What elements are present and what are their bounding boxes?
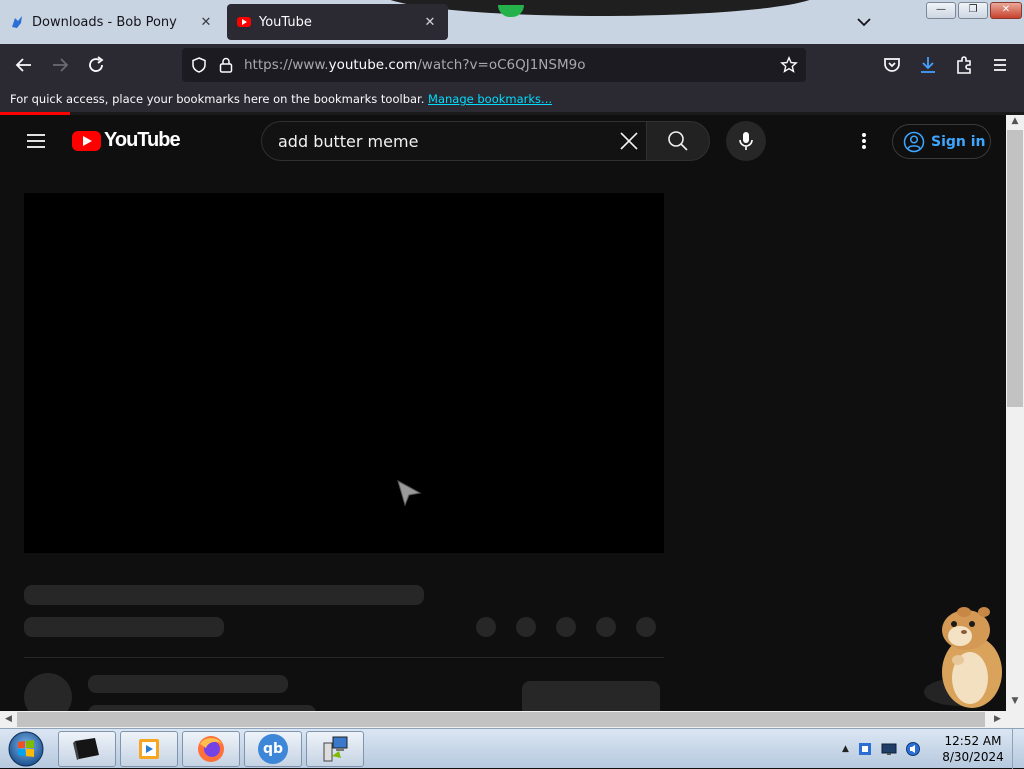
title-placeholder — [24, 585, 424, 605]
forward-arrow-icon[interactable] — [48, 53, 72, 77]
volume-speaker-icon[interactable] — [905, 741, 921, 757]
taskbar-media-player[interactable] — [120, 731, 178, 767]
video-player[interactable] — [24, 193, 664, 553]
tab-title: YouTube — [259, 14, 312, 30]
address-bar[interactable]: https://www.youtube.com/watch?v=oC6QJ1NS… — [182, 48, 806, 82]
restore-button[interactable]: ❐ — [958, 2, 988, 19]
tab-close-icon[interactable]: ✕ — [422, 15, 438, 30]
sign-in-label: Sign in — [931, 133, 986, 150]
theme-decoration-accent — [498, 5, 524, 17]
media-player-icon — [139, 739, 159, 759]
reload-icon[interactable] — [84, 53, 108, 77]
windows-taskbar: qb ▲ 12:52 AM 8/30/2024 — [0, 728, 1024, 769]
tab-youtube[interactable]: YouTube ✕ — [227, 4, 448, 40]
network-setup-icon — [323, 736, 348, 762]
clock-time: 12:52 AM — [944, 734, 1002, 748]
show-desktop-button[interactable] — [1012, 729, 1024, 769]
navigation-toolbar: https://www.youtube.com/watch?v=oC6QJ1NS… — [0, 44, 1024, 86]
settings-more-vertical-icon[interactable] — [852, 129, 876, 153]
notification-area: ▲ — [842, 729, 921, 769]
youtube-play-logo-icon — [72, 130, 101, 151]
url-prefix: https://www. — [244, 57, 329, 73]
horizontal-scrollbar[interactable]: ◀ ▶ — [0, 711, 1006, 728]
tab-close-icon[interactable]: ✕ — [198, 15, 214, 30]
bookmarks-hint-text: For quick access, place your bookmarks h… — [10, 92, 425, 106]
divider — [24, 657, 664, 658]
downloads-arrow-icon[interactable] — [916, 53, 940, 77]
url-path: /watch?v=oC6QJ1NSM9o — [417, 57, 586, 73]
manage-bookmarks-link[interactable]: Manage bookmarks... — [428, 92, 552, 106]
minimize-button[interactable]: — — [926, 2, 956, 19]
meta-placeholder — [24, 617, 224, 637]
microphone-icon — [739, 132, 753, 150]
youtube-logo-text: YouTube — [104, 129, 181, 151]
qbittorrent-icon: qb — [258, 734, 288, 764]
scroll-left-arrow-icon[interactable]: ◀ — [0, 711, 17, 728]
scrollbar-thumb[interactable] — [1007, 130, 1023, 407]
taskbar-firefox[interactable] — [182, 731, 240, 767]
action-placeholder — [516, 617, 536, 637]
youtube-logo[interactable]: YouTube — [72, 129, 181, 152]
tab-downloads[interactable]: Downloads - Bob Pony ✕ — [0, 4, 224, 40]
network-icon[interactable] — [881, 741, 897, 757]
account-circle-icon — [903, 131, 925, 152]
extensions-puzzle-icon[interactable] — [952, 53, 976, 77]
taskbar-terminal[interactable] — [58, 731, 116, 767]
action-placeholder — [636, 617, 656, 637]
tab-strip: Downloads - Bob Pony ✕ YouTube ✕ — ❐ ✕ — [0, 0, 1024, 44]
bob-pony-favicon-icon — [12, 16, 22, 28]
youtube-favicon-icon — [237, 17, 251, 27]
action-placeholder — [596, 617, 616, 637]
subscribe-placeholder — [522, 681, 660, 711]
start-orb-windows-icon[interactable] — [6, 730, 46, 768]
sign-in-button[interactable]: Sign in — [892, 124, 991, 159]
search-icon — [668, 131, 688, 151]
clear-search-close-icon[interactable] — [618, 130, 640, 152]
lock-icon[interactable] — [218, 56, 234, 74]
channel-name-placeholder — [88, 675, 288, 693]
list-all-tabs-chevron-down-icon[interactable] — [852, 12, 876, 32]
taskbar-qbittorrent[interactable]: qb — [244, 731, 302, 767]
hamster-desktop-pet-icon[interactable] — [920, 604, 1010, 714]
search-button[interactable] — [646, 121, 710, 161]
search-query-text: add butter meme — [278, 132, 419, 151]
close-window-button[interactable]: ✕ — [990, 2, 1022, 19]
url-text[interactable]: https://www.youtube.com/watch?v=oC6QJ1NS… — [244, 57, 585, 73]
star-bookmark-icon[interactable] — [780, 56, 798, 74]
tray-app-icon[interactable] — [857, 741, 873, 757]
url-domain: youtube.com — [328, 57, 418, 73]
taskbar-network-setup[interactable] — [306, 731, 364, 767]
bookmarks-toolbar: For quick access, place your bookmarks h… — [0, 86, 1024, 112]
search-input[interactable]: add butter meme — [261, 121, 647, 161]
hamburger-menu-icon[interactable] — [988, 53, 1012, 77]
action-placeholder — [476, 617, 496, 637]
scroll-up-arrow-icon[interactable]: ▲ — [1006, 116, 1024, 130]
pocket-icon[interactable] — [880, 53, 904, 77]
terminal-icon — [73, 738, 99, 760]
channel-avatar-placeholder — [24, 673, 72, 711]
clock-date: 8/30/2024 — [942, 750, 1004, 764]
mouse-pointer-icon — [397, 479, 422, 507]
shield-tracking-protection-icon[interactable] — [190, 56, 208, 74]
voice-search-button[interactable] — [726, 121, 766, 161]
firefox-icon — [198, 736, 224, 762]
qb-label: qb — [262, 741, 284, 757]
scrollbar-thumb[interactable] — [17, 712, 985, 727]
tab-title: Downloads - Bob Pony — [32, 14, 177, 30]
youtube-page: YouTube add butter meme Sign in — [0, 115, 1006, 711]
show-hidden-icons-arrow-icon[interactable]: ▲ — [842, 744, 849, 754]
back-arrow-icon[interactable] — [12, 53, 36, 77]
window-controls: — ❐ ✕ — [926, 2, 1022, 19]
guide-menu-icon[interactable] — [24, 129, 48, 153]
system-clock[interactable]: 12:52 AM 8/30/2024 — [940, 733, 1006, 765]
action-placeholder — [556, 617, 576, 637]
